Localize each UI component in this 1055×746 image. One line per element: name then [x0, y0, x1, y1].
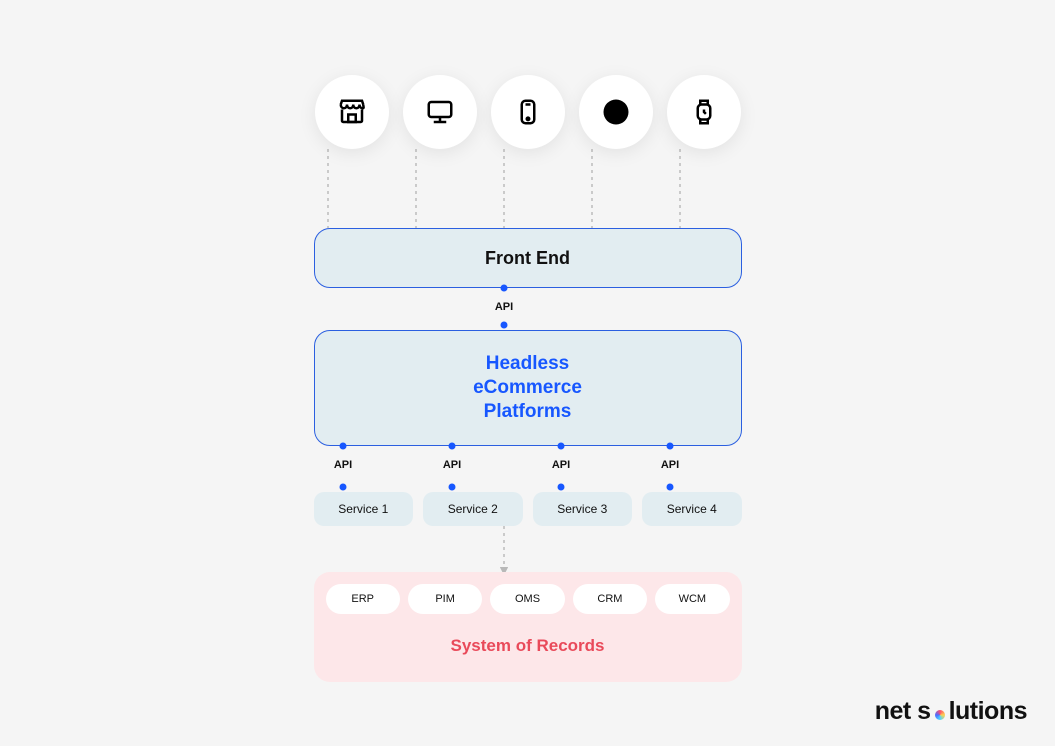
records-title: System of Records	[326, 636, 730, 656]
api-label-service: API	[441, 459, 463, 471]
connector-dot	[558, 443, 565, 450]
record-label: OMS	[515, 593, 540, 605]
record-pill: OMS	[490, 584, 564, 614]
connector-dot	[340, 484, 347, 491]
record-label: ERP	[351, 593, 374, 605]
headless-box: Headless eCommerce Platforms	[314, 330, 742, 446]
service-label: Service 2	[448, 502, 498, 516]
brand-text-part2: lutions	[949, 697, 1027, 726]
brand-logo: net s lutions	[875, 697, 1027, 726]
record-label: PIM	[435, 593, 455, 605]
api-label-service: API	[550, 459, 572, 471]
record-pill: CRM	[573, 584, 647, 614]
record-pill: ERP	[326, 584, 400, 614]
connector-dot	[501, 322, 508, 329]
service-label: Service 4	[667, 502, 717, 516]
services-row: Service 1 Service 2 Service 3 Service 4	[314, 492, 742, 526]
storefront-icon	[315, 75, 389, 149]
api-label-service: API	[659, 459, 681, 471]
connector-dot	[340, 443, 347, 450]
service-box: Service 3	[533, 492, 633, 526]
record-pill: PIM	[408, 584, 482, 614]
connector-dot	[558, 484, 565, 491]
connector-dot	[667, 443, 674, 450]
service-box: Service 4	[642, 492, 742, 526]
connector-dot	[449, 443, 456, 450]
api-label-service: API	[332, 459, 354, 471]
mobile-icon	[491, 75, 565, 149]
system-of-records-box: ERP PIM OMS CRM WCM System of Records	[314, 572, 742, 682]
smartwatch-icon	[667, 75, 741, 149]
brand-text-part1: net s	[875, 697, 931, 726]
service-box: Service 2	[423, 492, 523, 526]
frontend-label: Front End	[485, 248, 570, 269]
service-box: Service 1	[314, 492, 414, 526]
service-label: Service 3	[557, 502, 607, 516]
api-label-top: API	[493, 301, 515, 313]
channel-icons-row	[315, 75, 741, 149]
connector-dot	[667, 484, 674, 491]
record-label: WCM	[679, 593, 707, 605]
records-row: ERP PIM OMS CRM WCM	[326, 584, 730, 614]
frontend-box: Front End	[314, 228, 742, 288]
service-label: Service 1	[338, 502, 388, 516]
diagram-canvas: Front End API Headless eCommerce Platfor…	[0, 0, 1055, 746]
headless-label: Headless eCommerce Platforms	[473, 352, 582, 423]
record-label: CRM	[597, 593, 622, 605]
record-pill: WCM	[655, 584, 729, 614]
facebook-icon	[579, 75, 653, 149]
connector-dot	[501, 285, 508, 292]
brand-dot-icon	[935, 710, 945, 720]
desktop-icon	[403, 75, 477, 149]
connector-dot	[449, 484, 456, 491]
